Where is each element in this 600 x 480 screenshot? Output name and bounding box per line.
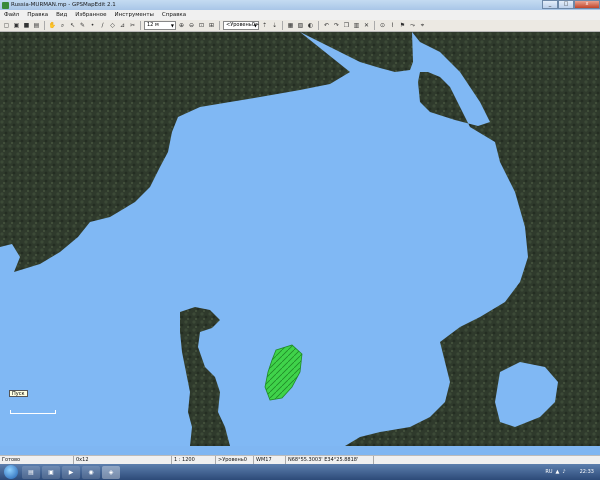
- level-select[interactable]: <Уровень0> ▼: [223, 21, 259, 30]
- land-top-left: [0, 32, 413, 272]
- create-line-icon[interactable]: ∕: [98, 21, 107, 30]
- create-point-icon[interactable]: •: [88, 21, 97, 30]
- delete-icon[interactable]: ✕: [362, 21, 371, 30]
- menu-edit[interactable]: Правка: [23, 12, 52, 18]
- taskbar-folder-icon[interactable]: ▣: [42, 465, 60, 479]
- gps-icon[interactable]: ⊙: [378, 21, 387, 30]
- zoom-select[interactable]: 12 м ▼: [144, 21, 176, 30]
- volume-icon[interactable]: ♪: [562, 469, 565, 475]
- raster-icon[interactable]: ▧: [296, 21, 305, 30]
- level-down-icon[interactable]: ⇣: [270, 21, 279, 30]
- network-icon[interactable]: ▲: [556, 469, 560, 475]
- window-title: Russia-MURMAN.mp - GPSMapEdit 2.1: [11, 2, 116, 8]
- cut-icon[interactable]: ✂: [128, 21, 137, 30]
- save-icon[interactable]: ■: [22, 21, 31, 30]
- clock[interactable]: 22:33: [574, 469, 600, 475]
- copy-icon[interactable]: ❐: [342, 21, 351, 30]
- track-icon[interactable]: ⌇: [388, 21, 397, 30]
- menu-view[interactable]: Вид: [52, 12, 71, 18]
- map-svg: [0, 32, 600, 446]
- menu-bar: Файл Правка Вид Избранное Инструменты Сп…: [0, 10, 600, 20]
- language-indicator[interactable]: RU: [545, 469, 552, 475]
- maximize-button[interactable]: □: [558, 0, 574, 9]
- toolbar: ▢ ▣ ■ ▤ ✋ ⌕ ↖ ✎ • ∕ ◇ ⊿ ✂ 12 м ▼ ⊕ ⊖ ⊡ ⊞…: [0, 20, 600, 32]
- taskbar: ▤ ▣ ▶ ◉ ◈ RU ▲ ♪ 22:33: [0, 464, 600, 480]
- route-icon[interactable]: ⤳: [408, 21, 417, 30]
- print-icon[interactable]: ▤: [32, 21, 41, 30]
- zoom-fit-icon[interactable]: ⊡: [197, 21, 206, 30]
- find-icon[interactable]: ⌖: [418, 21, 427, 30]
- menu-favorites[interactable]: Избранное: [71, 12, 110, 18]
- edit-nodes-icon[interactable]: ✎: [78, 21, 87, 30]
- level-up-icon[interactable]: ⇡: [260, 21, 269, 30]
- toolbar-separator: [44, 21, 45, 30]
- chevron-down-icon: ▼: [253, 23, 257, 28]
- menu-tools[interactable]: Инструменты: [111, 12, 158, 18]
- taskbar-gpsmapedit-icon[interactable]: ◈: [102, 465, 120, 479]
- layers-icon[interactable]: ▦: [286, 21, 295, 30]
- chevron-down-icon: ▼: [170, 23, 174, 28]
- close-button[interactable]: x: [574, 0, 600, 9]
- taskbar-browser-icon[interactable]: ◉: [82, 465, 100, 479]
- toolbar-separator: [282, 21, 283, 30]
- land-right: [345, 32, 600, 446]
- paste-icon[interactable]: ▥: [352, 21, 361, 30]
- toolbar-separator: [374, 21, 375, 30]
- app-icon: [2, 1, 9, 9]
- scale-bar: [10, 410, 56, 414]
- zoom-value: 12 м: [147, 22, 159, 28]
- status-bar: Готово 0x12 1 : 1200 >Уровень0 WM17 N68°…: [0, 455, 600, 465]
- minimize-button[interactable]: _: [542, 0, 558, 9]
- zoom-tool-icon[interactable]: ⌕: [58, 21, 67, 30]
- system-tray: RU ▲ ♪: [545, 469, 573, 475]
- taskbar-media-icon[interactable]: ▶: [62, 465, 80, 479]
- select-tool-icon[interactable]: ↖: [68, 21, 77, 30]
- undo-icon[interactable]: ↶: [322, 21, 331, 30]
- zoom-in-icon[interactable]: ⊕: [177, 21, 186, 30]
- selected-polygon[interactable]: [264, 344, 303, 401]
- toolbar-separator: [140, 21, 141, 30]
- ruler-icon[interactable]: ⊿: [118, 21, 127, 30]
- open-folder-icon[interactable]: ▣: [12, 21, 21, 30]
- menu-file[interactable]: Файл: [0, 12, 23, 18]
- waypoint-icon[interactable]: ⚑: [398, 21, 407, 30]
- transparency-icon[interactable]: ◐: [306, 21, 315, 30]
- redo-icon[interactable]: ↷: [332, 21, 341, 30]
- create-polygon-icon[interactable]: ◇: [108, 21, 117, 30]
- toolbar-separator: [219, 21, 220, 30]
- zoom-out-icon[interactable]: ⊖: [187, 21, 196, 30]
- title-bar: Russia-MURMAN.mp - GPSMapEdit 2.1 _ □ x: [0, 0, 600, 10]
- land-bottom: [180, 307, 230, 446]
- new-file-icon[interactable]: ▢: [2, 21, 11, 30]
- taskbar-explorer-icon[interactable]: ▤: [22, 465, 40, 479]
- map-canvas[interactable]: [0, 32, 600, 446]
- zoom-selection-icon[interactable]: ⊞: [207, 21, 216, 30]
- start-button[interactable]: [4, 465, 18, 479]
- hand-tool-icon[interactable]: ✋: [48, 21, 57, 30]
- tooltip: Пуск: [9, 390, 28, 397]
- toolbar-separator: [318, 21, 319, 30]
- menu-help[interactable]: Справка: [158, 12, 190, 18]
